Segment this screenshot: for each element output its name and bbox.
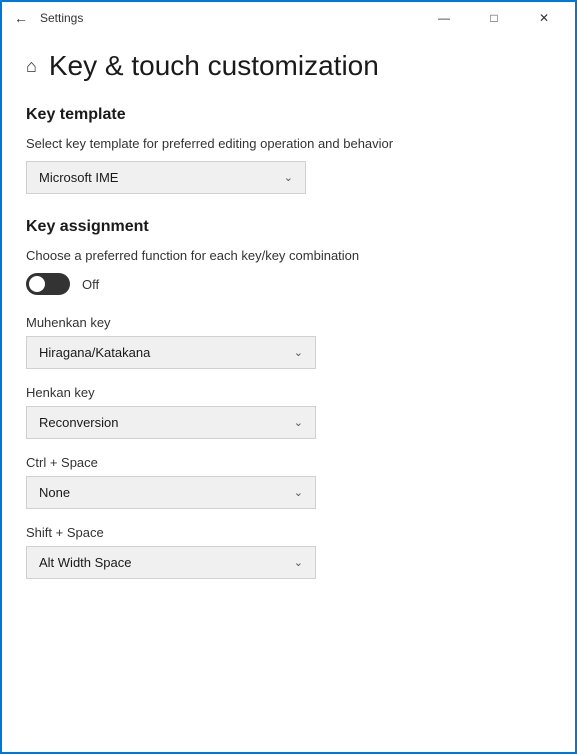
maximize-button[interactable]: □	[471, 2, 517, 34]
chevron-down-icon: ⌄	[284, 171, 293, 184]
key-assignment-toggle[interactable]	[26, 273, 70, 295]
ctrl-space-dropdown[interactable]: None ⌄	[26, 476, 316, 509]
henkan-key-label: Henkan key	[26, 385, 551, 400]
page-title: Key & touch customization	[49, 50, 379, 82]
muhenkan-key-value: Hiragana/Katakana	[39, 345, 150, 360]
shift-space-value: Alt Width Space	[39, 555, 132, 570]
key-assignment-title: Key assignment	[26, 218, 551, 236]
shift-space-dropdown[interactable]: Alt Width Space ⌄	[26, 546, 316, 579]
back-button[interactable]: ←	[10, 6, 32, 30]
shift-space-label: Shift + Space	[26, 525, 551, 540]
title-bar-controls: — □ ✕	[421, 2, 567, 34]
key-assignment-description: Choose a preferred function for each key…	[26, 248, 551, 263]
chevron-down-icon: ⌄	[294, 416, 303, 429]
henkan-key-dropdown[interactable]: Reconversion ⌄	[26, 406, 316, 439]
key-assignment-section: Key assignment Choose a preferred functi…	[26, 218, 551, 579]
close-button[interactable]: ✕	[521, 2, 567, 34]
minimize-button[interactable]: —	[421, 2, 467, 34]
key-template-section: Key template Select key template for pre…	[26, 106, 551, 194]
ctrl-space-label: Ctrl + Space	[26, 455, 551, 470]
chevron-down-icon: ⌄	[294, 556, 303, 569]
key-template-description: Select key template for preferred editin…	[26, 136, 551, 151]
ctrl-space-value: None	[39, 485, 70, 500]
home-icon: ⌂	[26, 56, 37, 77]
title-bar: ← Settings — □ ✕	[2, 2, 575, 34]
muhenkan-key-dropdown[interactable]: Hiragana/Katakana ⌄	[26, 336, 316, 369]
muhenkan-key-section: Muhenkan key Hiragana/Katakana ⌄	[26, 315, 551, 369]
key-template-dropdown[interactable]: Microsoft IME ⌄	[26, 161, 306, 194]
toggle-track	[26, 273, 70, 295]
shift-space-section: Shift + Space Alt Width Space ⌄	[26, 525, 551, 579]
key-template-dropdown-value: Microsoft IME	[39, 170, 118, 185]
toggle-row: Off	[26, 273, 551, 295]
henkan-key-section: Henkan key Reconversion ⌄	[26, 385, 551, 439]
settings-window: ← Settings — □ ✕ ⌂ Key & touch customiza…	[0, 0, 577, 754]
main-content: ⌂ Key & touch customization Key template…	[2, 34, 575, 752]
page-header: ⌂ Key & touch customization	[26, 50, 551, 82]
key-template-title: Key template	[26, 106, 551, 124]
toggle-label: Off	[82, 277, 99, 292]
ctrl-space-section: Ctrl + Space None ⌄	[26, 455, 551, 509]
title-bar-left: ← Settings	[10, 6, 83, 30]
toggle-thumb	[29, 276, 45, 292]
window-title: Settings	[40, 11, 83, 25]
chevron-down-icon: ⌄	[294, 346, 303, 359]
muhenkan-key-label: Muhenkan key	[26, 315, 551, 330]
chevron-down-icon: ⌄	[294, 486, 303, 499]
henkan-key-value: Reconversion	[39, 415, 119, 430]
